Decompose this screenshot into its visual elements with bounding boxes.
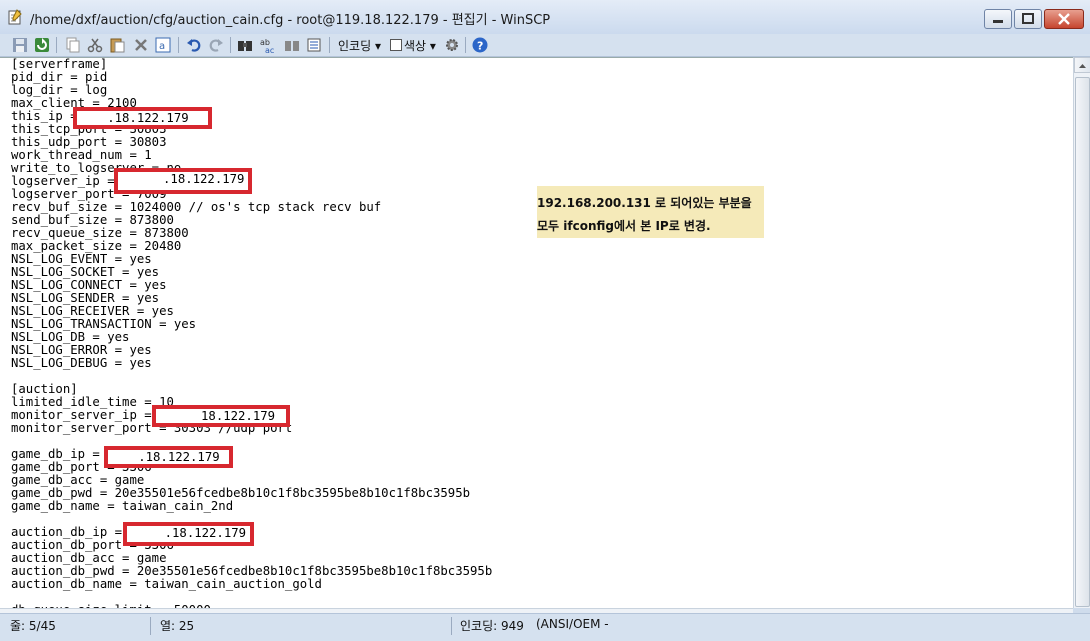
notepad-icon bbox=[8, 9, 22, 25]
color-label: 색상 bbox=[404, 39, 427, 53]
save-icon[interactable] bbox=[12, 37, 28, 53]
maximize-button[interactable] bbox=[1014, 9, 1042, 29]
redo-icon[interactable] bbox=[208, 37, 224, 53]
paste-icon[interactable] bbox=[109, 37, 125, 53]
highlight-monitor-server-ip: 18.122.179 bbox=[152, 405, 290, 427]
reload-icon[interactable] bbox=[34, 37, 50, 53]
color-checkbox[interactable] bbox=[390, 39, 402, 51]
window-title: /home/dxf/auction/cfg/auction_cain.cfg -… bbox=[30, 13, 551, 28]
encoding-menu[interactable]: 인코딩 ▾ bbox=[338, 37, 381, 54]
toolbar-separator bbox=[56, 37, 57, 53]
text-editor[interactable]: [serverframe] pid_dir = pid log_dir = log m… bbox=[0, 57, 1073, 609]
chevron-up-icon bbox=[1079, 64, 1086, 68]
note-line-1: 192.168.200.131 로 되어있는 부분을 bbox=[537, 196, 752, 210]
help-icon[interactable]: ? bbox=[472, 37, 488, 53]
find-next-icon[interactable] bbox=[284, 37, 300, 53]
replace-icon[interactable]: abac bbox=[260, 37, 276, 53]
scroll-up-button[interactable] bbox=[1074, 57, 1090, 73]
svg-text:ac: ac bbox=[265, 46, 274, 53]
code-line: NSL_LOG_DEBUG = yes bbox=[11, 356, 152, 370]
vertical-scrollbar[interactable] bbox=[1073, 57, 1090, 608]
goto-line-icon[interactable] bbox=[306, 37, 322, 53]
minimize-button[interactable] bbox=[984, 9, 1012, 29]
undo-icon[interactable] bbox=[186, 37, 202, 53]
code-line: game_db_name = taiwan_cain_2nd bbox=[11, 499, 234, 513]
status-separator bbox=[150, 617, 151, 635]
highlight-this-ip: .18.122.179 bbox=[73, 107, 212, 129]
highlight-game-db-ip: .18.122.179 bbox=[104, 446, 233, 468]
toolbar: a ab ac 인코딩 ▾ 색상 ▾ ? bbox=[0, 34, 1090, 57]
svg-text:?: ? bbox=[477, 40, 483, 53]
toolbar-separator bbox=[178, 37, 179, 53]
status-column: 열: 25 bbox=[160, 619, 195, 633]
gear-icon[interactable] bbox=[444, 37, 460, 53]
toolbar-separator bbox=[329, 37, 330, 53]
svg-text:a: a bbox=[159, 41, 165, 52]
editor-window: /home/dxf/auction/cfg/auction_cain.cfg -… bbox=[0, 0, 1090, 641]
status-separator bbox=[451, 617, 452, 635]
close-button[interactable] bbox=[1044, 9, 1084, 29]
highlight-logserver-ip: .18.122.179 bbox=[114, 168, 252, 194]
copy-icon[interactable] bbox=[65, 37, 81, 53]
close-icon bbox=[1058, 13, 1070, 25]
note-line-2: 모두 ifconfig에서 본 IP로 변경. bbox=[537, 219, 711, 233]
status-codepage: (ANSI/OEM - bbox=[536, 617, 609, 631]
status-line: 줄: 5/45 bbox=[10, 619, 56, 633]
scroll-thumb[interactable] bbox=[1075, 77, 1090, 607]
color-menu[interactable]: 색상 ▾ bbox=[404, 37, 436, 54]
status-bar: 줄: 5/45 열: 25 인코딩: 949 (ANSI/OEM - bbox=[0, 613, 1090, 641]
code-line: auction_db_name = taiwan_cain_auction_go… bbox=[11, 577, 322, 591]
toolbar-separator bbox=[465, 37, 466, 53]
highlight-auction-db-ip: .18.122.179 bbox=[123, 522, 254, 546]
delete-icon[interactable] bbox=[133, 37, 149, 53]
annotation-note: 192.168.200.131 로 되어있는 부분을 모두 ifconfig에서… bbox=[537, 186, 764, 238]
maximize-icon bbox=[1022, 13, 1034, 24]
toolbar-separator bbox=[230, 37, 231, 53]
minimize-icon bbox=[993, 20, 1003, 23]
cut-icon[interactable] bbox=[87, 37, 103, 53]
find-icon[interactable] bbox=[237, 37, 253, 53]
status-encoding: 인코딩: 949 bbox=[460, 619, 524, 633]
encoding-label: 인코딩 bbox=[338, 39, 372, 53]
title-bar: /home/dxf/auction/cfg/auction_cain.cfg -… bbox=[0, 0, 1090, 35]
select-all-icon[interactable]: a bbox=[155, 37, 171, 53]
